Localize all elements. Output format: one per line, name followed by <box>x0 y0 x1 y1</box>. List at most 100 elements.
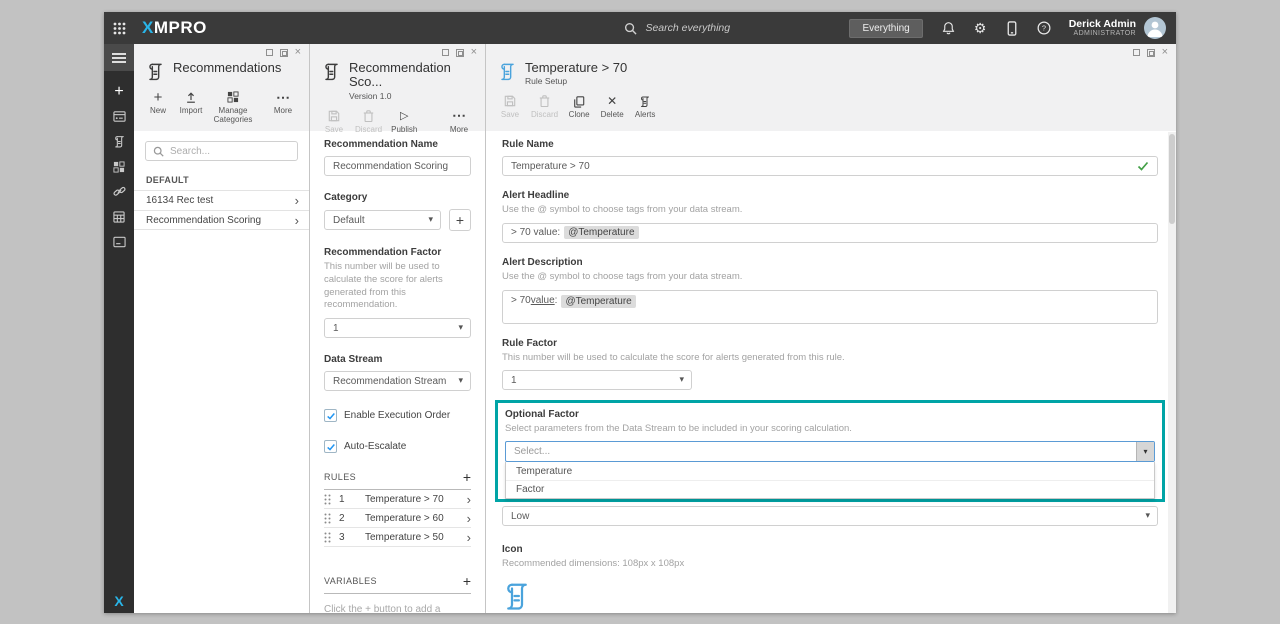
option-temperature[interactable]: Temperature <box>506 462 1154 480</box>
svg-text:?: ? <box>1042 24 1046 33</box>
panel-title: Temperature > 70 <box>525 60 628 75</box>
panel-minimize-icon[interactable] <box>1132 49 1140 56</box>
import-arrow-icon <box>185 90 197 104</box>
tag-chip[interactable]: @Temperature <box>561 294 636 308</box>
menu-hamburger-icon[interactable] <box>104 44 134 71</box>
scrollbar[interactable] <box>1168 132 1176 613</box>
option-factor[interactable]: Factor <box>506 480 1154 498</box>
enable-execution-order-checkbox[interactable]: Enable Execution Order <box>324 409 471 423</box>
more-button[interactable]: More <box>271 90 295 115</box>
rail-calculations-icon[interactable] <box>104 204 134 229</box>
optional-factor-select[interactable]: Select... <box>505 441 1155 463</box>
alert-headline-input[interactable]: > 70 value: @Temperature <box>502 222 1158 243</box>
panel-maximize-icon[interactable] <box>1146 48 1155 57</box>
xmpro-x-logo <box>104 593 134 609</box>
publish-button[interactable]: Publish <box>391 109 417 134</box>
more-dots-icon <box>276 90 290 104</box>
recommendation-scroll-icon <box>322 61 341 82</box>
drag-handle-icon[interactable] <box>324 494 331 505</box>
panel-title: Recommendation Sco... <box>349 60 451 90</box>
alerts-button[interactable]: Alerts <box>633 94 657 119</box>
clone-copy-icon <box>573 94 585 108</box>
clone-button[interactable]: Clone <box>567 94 591 119</box>
rule-row[interactable]: 1 Temperature > 70 <box>324 490 471 510</box>
rule-name-input[interactable]: Temperature > 70 <box>502 156 1158 176</box>
search-icon <box>624 22 638 35</box>
save-button[interactable]: Save <box>498 94 522 119</box>
severity-select[interactable]: Low <box>502 506 1158 527</box>
scrollbar-thumb[interactable] <box>1169 134 1175 224</box>
optional-factor-highlight: Optional Factor Select parameters from t… <box>495 400 1165 503</box>
delete-button[interactable]: Delete <box>600 94 624 119</box>
global-search-input[interactable] <box>645 22 816 34</box>
user-menu[interactable]: Derick Admin ADMINISTRATOR <box>1069 18 1136 38</box>
notifications-bell-icon[interactable] <box>941 21 956 36</box>
category-select[interactable]: Default <box>324 210 441 230</box>
global-search[interactable] <box>624 22 849 35</box>
rule-factor-select[interactable]: 1 <box>502 370 692 391</box>
drag-handle-icon[interactable] <box>324 532 331 543</box>
rule-setup-panel: Temperature > 70 Rule Setup Save Discard <box>486 44 1176 613</box>
recommendations-search-input[interactable] <box>170 145 290 157</box>
panel-close-icon[interactable] <box>1162 48 1168 57</box>
plus-icon <box>154 90 163 104</box>
alert-description-textarea[interactable]: > 70 value: @Temperature <box>502 289 1158 324</box>
recommendations-search[interactable] <box>145 141 298 161</box>
more-button[interactable]: More <box>447 109 471 134</box>
panel-maximize-icon[interactable] <box>455 48 464 57</box>
avatar[interactable] <box>1144 17 1166 39</box>
recommendation-factor-help: This number will be used to calculate th… <box>324 261 443 311</box>
panel-close-icon[interactable] <box>471 48 477 57</box>
rule-row[interactable]: 3 Temperature > 50 <box>324 528 471 548</box>
recommendation-scoring-panel: Recommendation Sco... Version 1.0 Save D… <box>310 44 486 613</box>
trash-icon <box>363 109 374 123</box>
alert-description-help: Use the @ symbol to choose tags from you… <box>502 270 743 282</box>
rail-cards-icon[interactable] <box>104 229 134 254</box>
checkbox-checked-icon <box>324 440 337 454</box>
rule-name-label: Rule Name <box>502 139 554 150</box>
panel-maximize-icon[interactable] <box>279 48 288 57</box>
settings-gear-icon[interactable] <box>973 21 988 36</box>
dropdown-caret-button[interactable] <box>1136 442 1154 462</box>
logo-rest: MPRO <box>153 18 207 37</box>
optional-factor-label: Optional Factor <box>505 409 579 421</box>
discard-button[interactable]: Discard <box>531 94 558 119</box>
recommendation-name-input[interactable]: Recommendation Scoring <box>324 156 471 176</box>
panel-minimize-icon[interactable] <box>265 49 273 56</box>
rail-datastreams-icon[interactable] <box>104 104 134 129</box>
rail-appdesigner-icon[interactable] <box>104 154 134 179</box>
mobile-device-icon[interactable] <box>1005 20 1020 36</box>
rail-new-icon[interactable] <box>104 79 134 104</box>
window-controls <box>134 46 305 59</box>
new-button[interactable]: New <box>146 90 170 115</box>
recommendation-factor-select[interactable]: 1 <box>324 318 471 339</box>
drag-handle-icon[interactable] <box>324 513 331 524</box>
app-window: XMPRO Everything ? Derick Admin ADMINIST… <box>104 12 1176 613</box>
save-button[interactable]: Save <box>322 109 346 134</box>
rail-recommendations-icon[interactable] <box>104 129 134 154</box>
add-variable-button[interactable] <box>463 573 471 589</box>
discard-button[interactable]: Discard <box>355 109 382 134</box>
chevron-right-icon <box>295 193 299 208</box>
list-item[interactable]: 16134 Rec test <box>134 190 309 210</box>
panel-minimize-icon[interactable] <box>441 49 449 56</box>
data-stream-select[interactable]: Recommendation Stream <box>324 371 471 392</box>
version-label: Version 1.0 <box>349 90 392 101</box>
rule-toolbar: Save Discard Clone Delete <box>486 86 1172 119</box>
rule-factor-help: This number will be used to calculate th… <box>502 351 845 363</box>
tag-chip[interactable]: @Temperature <box>564 226 639 240</box>
rule-row[interactable]: 2 Temperature > 60 <box>324 509 471 529</box>
search-scope-button[interactable]: Everything <box>849 18 923 38</box>
rail-integrations-link-icon[interactable] <box>104 179 134 204</box>
add-category-button[interactable] <box>449 209 471 231</box>
rule-icon-preview[interactable] <box>502 579 1158 613</box>
help-icon[interactable]: ? <box>1037 21 1052 36</box>
manage-categories-button[interactable]: Manage Categories <box>212 90 254 124</box>
app-launcher-icon[interactable] <box>104 22 134 35</box>
auto-escalate-checkbox[interactable]: Auto-Escalate <box>324 440 471 454</box>
alert-description-label: Alert Description <box>502 256 583 268</box>
import-button[interactable]: Import <box>179 90 203 115</box>
add-rule-button[interactable] <box>463 469 471 485</box>
panel-close-icon[interactable] <box>295 48 301 57</box>
list-item[interactable]: Recommendation Scoring <box>134 210 309 230</box>
